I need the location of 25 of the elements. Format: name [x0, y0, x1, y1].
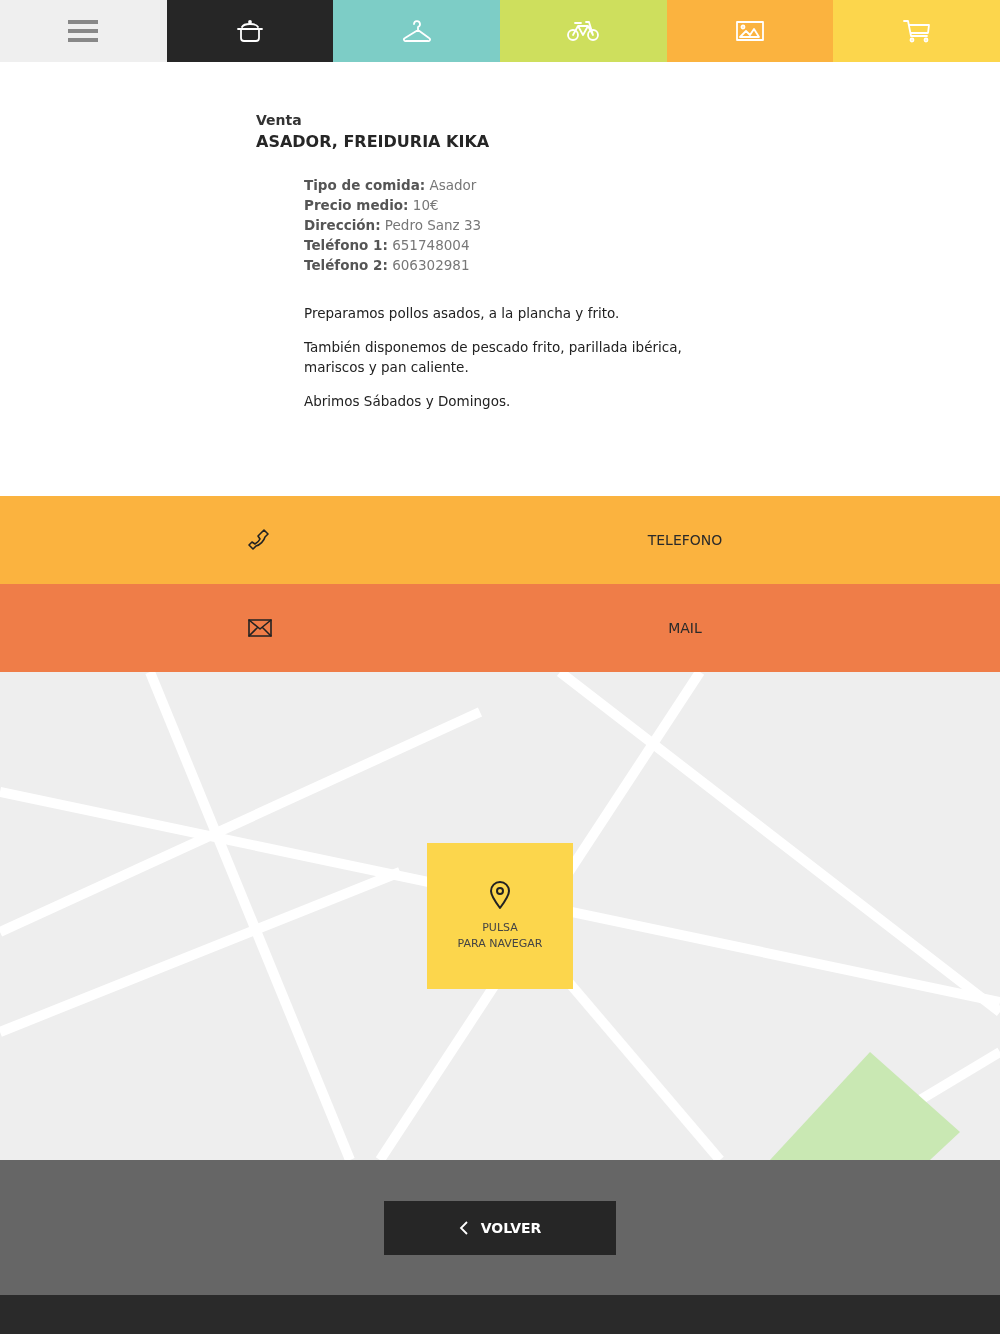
detail-line: Tipo de comida: Asador [304, 177, 478, 193]
mail-icon [248, 618, 272, 638]
description-paragraph: Abrimos Sábados y Domingos. [304, 392, 512, 411]
business-title: ASADOR, FREIDURIA KIKA [256, 132, 491, 151]
description-paragraph: Preparamos pollos asados, a la plancha y frito. [304, 304, 621, 323]
detail-line: Precio medio: 10€ [304, 197, 440, 213]
detail-line: Teléfono 1: 651748004 [304, 237, 471, 253]
navigate-button[interactable]: PULSA PARA NAVEGAR [427, 843, 573, 989]
menu-icon [68, 19, 99, 43]
nav-tab[interactable] [166, 0, 334, 62]
detail-line: Dirección: Pedro Sanz 33 [304, 217, 483, 233]
picture-icon [735, 19, 765, 43]
description-paragraph: También disponemos de pescado frito, parillada ibérica, mariscos y pan caliente. [304, 338, 683, 377]
detail-line: Teléfono 2: 606302981 [304, 257, 471, 273]
pot-icon [235, 19, 265, 43]
contact-link[interactable]: MAIL [0, 584, 1000, 672]
category-label: Venta [256, 112, 303, 128]
phone-icon [248, 528, 272, 552]
bicycle-icon [566, 19, 601, 43]
contact-link[interactable]: TELEFONO [0, 496, 1000, 584]
hanger-icon [401, 19, 432, 43]
map-pin-icon [488, 880, 512, 910]
back-button[interactable]: VOLVER [384, 1200, 616, 1255]
chevron-left-icon [458, 1220, 469, 1235]
cart-icon [901, 18, 932, 44]
